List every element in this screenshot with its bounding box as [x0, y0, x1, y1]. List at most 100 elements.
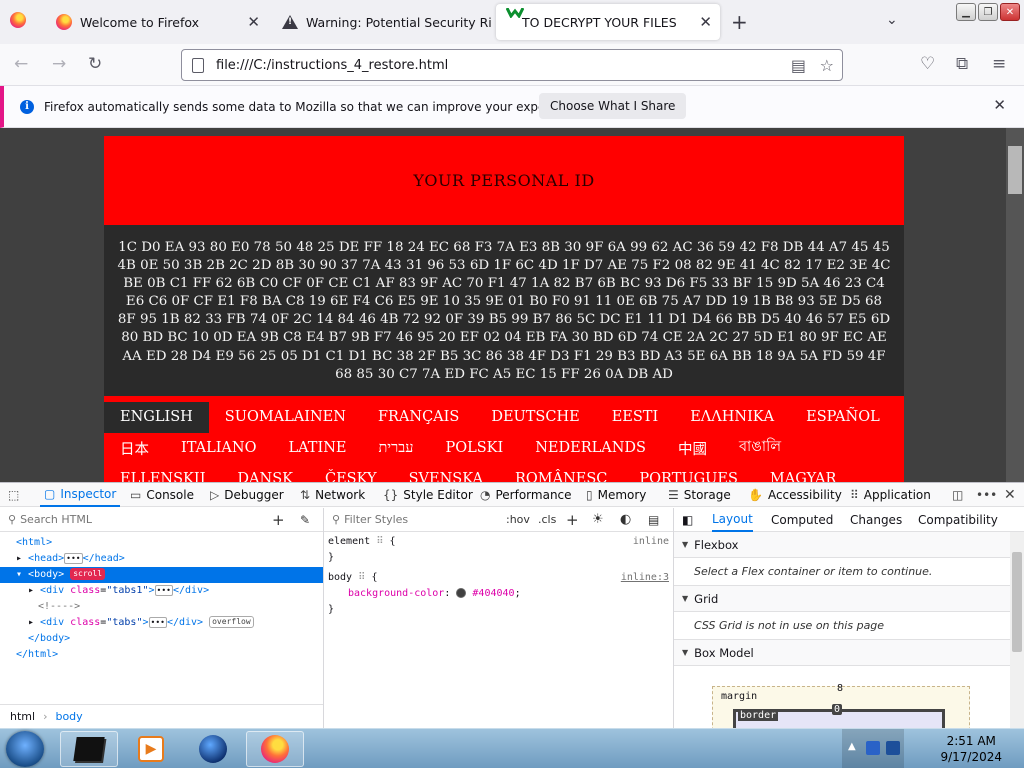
firefox-view-icon[interactable]	[10, 12, 26, 28]
hov-button[interactable]: :hov	[506, 513, 530, 526]
taskbar-app-terminal[interactable]	[60, 731, 118, 767]
language-tab[interactable]: PORTUGUES	[623, 464, 754, 482]
language-tab[interactable]: ITALIANO	[165, 433, 272, 464]
language-tab[interactable]: ESPAÑOL	[790, 402, 896, 433]
tab-debugger[interactable]: ▷ Debugger	[210, 483, 284, 507]
tab-network[interactable]: ⇅ Network	[300, 483, 365, 507]
tree-node-div-tabs1[interactable]: ▸ <div class="tabs1"> ••• </div>	[0, 583, 323, 599]
tab-application[interactable]: ⠿ Application	[850, 483, 931, 507]
grid-section-header[interactable]: ▼ Grid	[674, 586, 1024, 612]
box-model-section-header[interactable]: ▼ Box Model	[674, 640, 1024, 666]
tab-console[interactable]: ▭ Console	[130, 483, 194, 507]
language-tab[interactable]: MAGYAR	[754, 464, 852, 482]
dark-theme-icon[interactable]: ◐	[620, 512, 631, 527]
close-icon[interactable]: ✕	[699, 13, 712, 31]
language-tab[interactable]: LATINE	[272, 433, 362, 464]
reader-view-icon[interactable]: ▤	[791, 56, 806, 75]
tree-node-div-tabs[interactable]: ▸ <div class="tabs"> ••• </div> overflow	[0, 615, 323, 631]
network-tray-icon[interactable]	[866, 741, 880, 755]
new-tab-button[interactable]: +	[731, 10, 748, 34]
language-tab[interactable]: DANSK	[221, 464, 309, 482]
tab-computed[interactable]: Computed	[771, 508, 833, 532]
toggle-sidebar-icon[interactable]: ◧	[682, 508, 693, 532]
pocket-icon[interactable]: ♡	[920, 54, 935, 74]
menu-icon[interactable]: ≡	[992, 54, 1006, 74]
restore-button[interactable]: ❐	[978, 3, 998, 21]
bookmark-star-icon[interactable]: ☆	[820, 56, 834, 75]
language-tab[interactable]: ENGLISH	[104, 401, 209, 433]
add-rule-icon[interactable]: +	[566, 511, 579, 529]
element-picker-icon[interactable]: ⬚	[8, 483, 24, 507]
add-node-icon[interactable]: +	[272, 511, 285, 529]
breadcrumb-html[interactable]: html	[10, 710, 35, 723]
window-close-button[interactable]: ✕	[1000, 3, 1020, 21]
taskbar-app-media[interactable]: ▶	[122, 731, 180, 767]
layout-scrollbar[interactable]	[1010, 532, 1024, 728]
language-tab[interactable]: 日本	[104, 433, 165, 464]
tab-style-editor[interactable]: {} Style Editor	[383, 483, 473, 507]
reload-icon[interactable]: ↻	[88, 54, 102, 74]
light-theme-icon[interactable]: ☀	[592, 512, 604, 527]
filter-styles-input[interactable]	[344, 513, 495, 526]
language-tab[interactable]: SVENSKA	[393, 464, 499, 482]
minimize-button[interactable]: ▁	[956, 3, 976, 21]
forward-icon[interactable]: →	[52, 54, 66, 74]
vertical-scrollbar[interactable]	[1006, 128, 1024, 482]
tab-layout[interactable]: Layout	[712, 508, 753, 532]
cls-button[interactable]: .cls	[538, 513, 556, 526]
tab-welcome[interactable]: Welcome to Firefox ✕	[46, 4, 268, 40]
eyedropper-icon[interactable]: ✎	[300, 513, 310, 527]
back-icon[interactable]: ←	[14, 54, 28, 74]
overflow-badge[interactable]: overflow	[209, 616, 254, 628]
tab-storage[interactable]: ☰ Storage	[668, 483, 731, 507]
language-tab[interactable]: বাঙালি	[723, 433, 797, 464]
language-tab[interactable]: עברית	[362, 433, 429, 464]
tab-performance[interactable]: ◔ Performance	[480, 483, 572, 507]
action-center-tray-icon[interactable]	[886, 741, 900, 755]
close-icon[interactable]: ✕	[247, 13, 260, 31]
more-options-icon[interactable]: •••	[976, 483, 1002, 507]
color-swatch[interactable]	[456, 588, 467, 598]
language-tab[interactable]: EESTI	[596, 402, 675, 433]
tree-node-head[interactable]: ▸ <head> ••• </head>	[0, 551, 323, 567]
search-html-input[interactable]	[20, 513, 251, 526]
language-tab[interactable]: NEDERLANDS	[519, 433, 662, 464]
url-text[interactable]: file:///C:/instructions_4_restore.html	[216, 58, 448, 73]
taskbar-app-globe[interactable]	[184, 731, 242, 767]
flexbox-section-header[interactable]: ▼ Flexbox	[674, 532, 1024, 558]
tray-expand-icon[interactable]: ▲	[848, 741, 856, 752]
language-tab[interactable]: ČESKY	[309, 464, 393, 482]
taskbar-app-firefox[interactable]	[246, 731, 304, 767]
tab-accessibility[interactable]: ✋ Accessibility	[748, 483, 842, 507]
extensions-icon[interactable]: ⧉	[956, 54, 968, 74]
start-button[interactable]	[6, 731, 44, 767]
dock-icon[interactable]: ◫	[952, 483, 968, 507]
language-tab[interactable]: ROMÂNESC	[499, 464, 623, 482]
language-tab[interactable]: 中國	[662, 433, 723, 464]
breadcrumb-body[interactable]: body	[55, 710, 82, 723]
language-tab[interactable]: FRANÇAIS	[362, 402, 475, 433]
print-media-icon[interactable]: ▤	[648, 513, 659, 527]
tree-node-comment[interactable]: <!---->	[0, 599, 323, 615]
scroll-badge[interactable]: scroll	[70, 568, 106, 580]
tab-changes[interactable]: Changes	[850, 508, 902, 532]
language-tab[interactable]: SUOMALAINEN	[209, 402, 362, 433]
tree-node-body[interactable]: ▾ <body> scroll	[0, 567, 323, 583]
language-tab[interactable]: DEUTSCHE	[475, 402, 595, 433]
close-devtools-icon[interactable]: ✕	[1004, 483, 1021, 507]
tab-inspector[interactable]: ▢ Inspector	[40, 483, 121, 507]
close-icon[interactable]: ✕	[993, 96, 1006, 114]
rule-source-link[interactable]: inline:3	[621, 570, 669, 586]
tab-warning[interactable]: Warning: Potential Security Ri	[272, 4, 502, 40]
tab-memory[interactable]: ▯ Memory	[586, 483, 646, 507]
taskbar-clock[interactable]: 2:51 AM 9/17/2024	[940, 733, 1002, 765]
language-tab[interactable]: ΕΛΛΗΝΙΚΑ	[674, 402, 790, 433]
tab-compatibility[interactable]: Compatibility	[918, 508, 998, 532]
url-bar[interactable]: file:///C:/instructions_4_restore.html ▤…	[181, 49, 843, 81]
tree-node-html[interactable]: <html>	[0, 535, 323, 551]
language-tab[interactable]: ELLENSKIJ	[104, 464, 221, 482]
list-all-tabs-icon[interactable]: ⌄	[886, 12, 898, 28]
tab-decrypt[interactable]: TO DECRYPT YOUR FILES ✕	[496, 4, 720, 40]
choose-what-i-share-button[interactable]: Choose What I Share	[539, 93, 687, 119]
language-tab[interactable]: POLSKI	[429, 433, 519, 464]
